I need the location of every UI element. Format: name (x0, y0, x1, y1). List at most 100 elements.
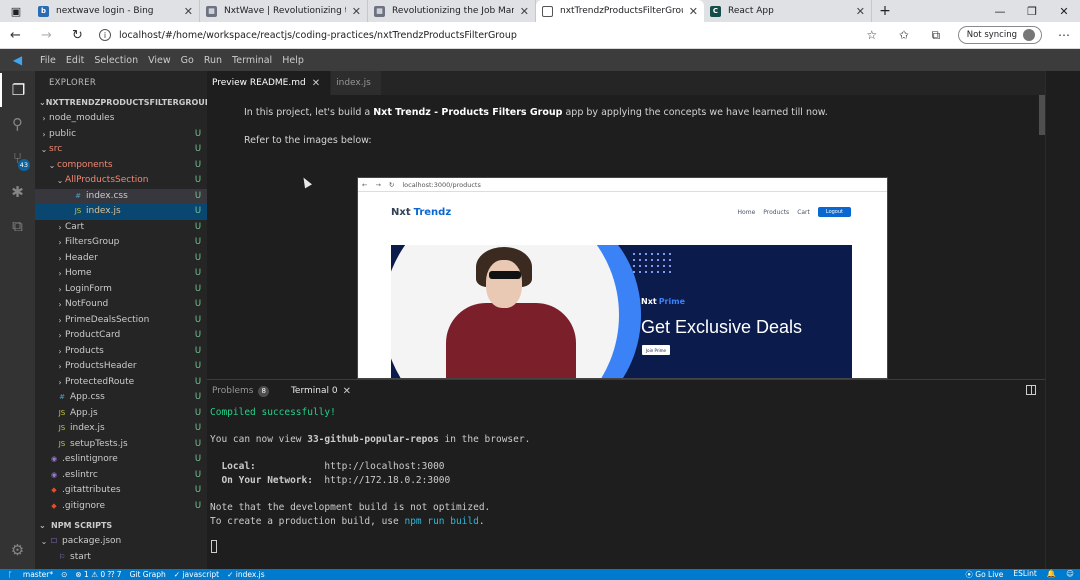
tree-item[interactable]: JS index.js U (35, 421, 207, 437)
tree-item[interactable]: › Cart U (35, 220, 207, 236)
tree-item[interactable]: › PrimeDealsSection U (35, 313, 207, 329)
tab-favicon-icon: C (710, 5, 721, 17)
mock-links: Home Products Cart Logout (730, 207, 851, 217)
close-icon[interactable]: ✕ (343, 386, 351, 397)
close-tab-icon[interactable]: ✕ (352, 5, 361, 18)
close-icon[interactable]: ✕ (312, 78, 320, 89)
menu-item-selection[interactable]: Selection (89, 55, 143, 66)
tree-item[interactable]: ⌄ components U (35, 158, 207, 174)
workspace-section-header[interactable]: ⌄ NXTTRENDZPRODUCTSFILTERGROUP (35, 95, 207, 111)
settings-gear-icon[interactable]: ⚙ (0, 533, 35, 567)
more-menu-icon[interactable]: ⋯ (1048, 28, 1080, 42)
language-status[interactable]: ✓ javascript (174, 570, 219, 579)
run-debug-icon[interactable]: ✱ (0, 175, 35, 209)
editor-tab[interactable]: index.js (331, 71, 382, 95)
close-tab-icon[interactable]: ✕ (856, 5, 865, 18)
tree-item[interactable]: › ProductCard U (35, 328, 207, 344)
git-graph-button[interactable]: Git Graph (130, 570, 166, 579)
menu-item-file[interactable]: File (35, 55, 61, 66)
tree-item[interactable]: › ProductsHeader U (35, 359, 207, 375)
new-tab-button[interactable]: + (872, 0, 898, 22)
tree-item[interactable]: › LoginForm U (35, 282, 207, 298)
tree-item[interactable]: › public U (35, 127, 207, 143)
site-info-icon[interactable]: i (99, 29, 111, 41)
tree-item[interactable]: # App.css U (35, 390, 207, 406)
browser-tab[interactable]: ▦ NxtWave | Revolutionizing the Jo ✕ (200, 0, 368, 22)
tab-actions-icon[interactable]: ▣ (0, 0, 32, 22)
menu-item-terminal[interactable]: Terminal (227, 55, 277, 66)
tab-terminal[interactable]: Terminal 0 ✕ (291, 386, 351, 397)
feedback-icon[interactable]: ☺ (1066, 569, 1074, 580)
close-tab-icon[interactable]: ✕ (184, 5, 193, 18)
git-status-badge: U (194, 454, 202, 464)
file-type-icon: # (59, 393, 65, 401)
browser-tab[interactable]: C React App ✕ (704, 0, 872, 22)
split-panel-icon[interactable] (1026, 385, 1036, 395)
menu-item-help[interactable]: Help (277, 55, 309, 66)
go-live-button[interactable]: ⦿ Go Live (965, 569, 1003, 580)
favorite-star-icon[interactable]: ☆ (856, 28, 888, 42)
file-type-icon: JS (74, 207, 82, 215)
editor-tab[interactable]: Preview README.md ✕ (207, 71, 332, 95)
tree-item[interactable]: › node_modules (35, 111, 207, 127)
sync-button[interactable]: Not syncing (957, 26, 1042, 44)
branch-status[interactable]: ᚴ master* (8, 570, 53, 579)
source-control-icon[interactable]: ⑂ 43 (0, 141, 35, 175)
intro-text-b: app by applying the concepts we have lea… (562, 107, 828, 118)
notifications-bell-icon[interactable]: 🔔 (1047, 569, 1056, 580)
minimize-icon[interactable]: — (984, 0, 1016, 22)
tree-item-label: .gitignore (62, 500, 106, 511)
browser-tab[interactable]: ▦ Revolutionizing the Job Market | N ✕ (368, 0, 536, 22)
refresh-icon[interactable]: ↻ (62, 22, 93, 49)
tree-item[interactable]: ◆ .gitignore U (35, 499, 207, 515)
tree-item-label: setupTests.js (70, 438, 128, 449)
tree-item[interactable]: ◆ .gitattributes U (35, 483, 207, 499)
eslint-status[interactable]: ESLint (1013, 569, 1036, 580)
tree-item[interactable]: › FiltersGroup U (35, 235, 207, 251)
favorites-icon[interactable]: ✩ (888, 28, 920, 42)
tree-item[interactable]: › Home U (35, 266, 207, 282)
tree-item-label: components (57, 159, 113, 170)
tree-item[interactable]: JS App.js U (35, 406, 207, 422)
extensions-icon[interactable]: ⧉ (0, 209, 35, 243)
url-field[interactable]: i localhost/#/home/workspace/reactjs/cod… (93, 25, 856, 46)
terminal-output[interactable]: Compiled successfully! You can now view … (210, 406, 1040, 528)
sync-icon[interactable]: ⊙ (61, 570, 67, 579)
collections-icon[interactable]: ⧉ (920, 28, 952, 43)
npm-section-header[interactable]: ⌄ NPM SCRIPTS (35, 518, 207, 534)
back-icon[interactable]: ← (0, 22, 31, 49)
close-tab-icon[interactable]: ✕ (689, 5, 698, 18)
git-status-badge: U (194, 252, 202, 263)
tree-item[interactable]: › Header U (35, 251, 207, 267)
browser-tab[interactable]: b nextwave login - Bing ✕ (32, 0, 200, 22)
browser-tab[interactable]: nxtTrendzProductsFilterGroup — ✕ (536, 0, 704, 22)
terminal-line-compiled: Compiled successfully! (210, 407, 336, 418)
maximize-icon[interactable]: ❐ (1016, 0, 1048, 22)
menu-item-go[interactable]: Go (176, 55, 199, 66)
explorer-icon[interactable]: ❐ (0, 73, 35, 107)
menu-item-run[interactable]: Run (199, 55, 227, 66)
tree-item[interactable]: › NotFound U (35, 297, 207, 313)
close-window-icon[interactable]: ✕ (1048, 0, 1080, 22)
file-status[interactable]: ✓ index.js (227, 570, 265, 579)
close-tab-icon[interactable]: ✕ (520, 5, 529, 18)
git-status-badge: U (194, 469, 202, 480)
tree-item[interactable]: ◉ .eslintignore U (35, 452, 207, 468)
tree-item[interactable]: JS setupTests.js U (35, 437, 207, 453)
tree-item[interactable]: › ProtectedRoute U (35, 375, 207, 391)
tree-item[interactable]: ⌄ AllProductsSection U (35, 173, 207, 189)
menu-item-view[interactable]: View (143, 55, 176, 66)
search-icon[interactable]: ⚲ (0, 107, 35, 141)
tree-item[interactable]: # index.css U (35, 188, 207, 204)
tree-item[interactable]: ⌄ ☐ package.json (35, 534, 207, 550)
panel-tabs: Problems 8 Terminal 0 ✕ (207, 380, 1045, 402)
tree-item[interactable]: ⌄ src U (35, 142, 207, 158)
tree-item[interactable]: ◉ .eslintrc U (35, 468, 207, 484)
forward-icon[interactable]: → (31, 22, 62, 49)
tree-item[interactable]: ⚐ start (35, 550, 207, 566)
tab-problems[interactable]: Problems 8 (212, 385, 269, 397)
problems-status[interactable]: ⊗ 1 ⚠ 0 ⁇ 7 (75, 570, 121, 579)
menu-item-edit[interactable]: Edit (61, 55, 89, 66)
tree-item[interactable]: › Products U (35, 344, 207, 360)
tree-item[interactable]: JS index.js U (35, 204, 207, 220)
